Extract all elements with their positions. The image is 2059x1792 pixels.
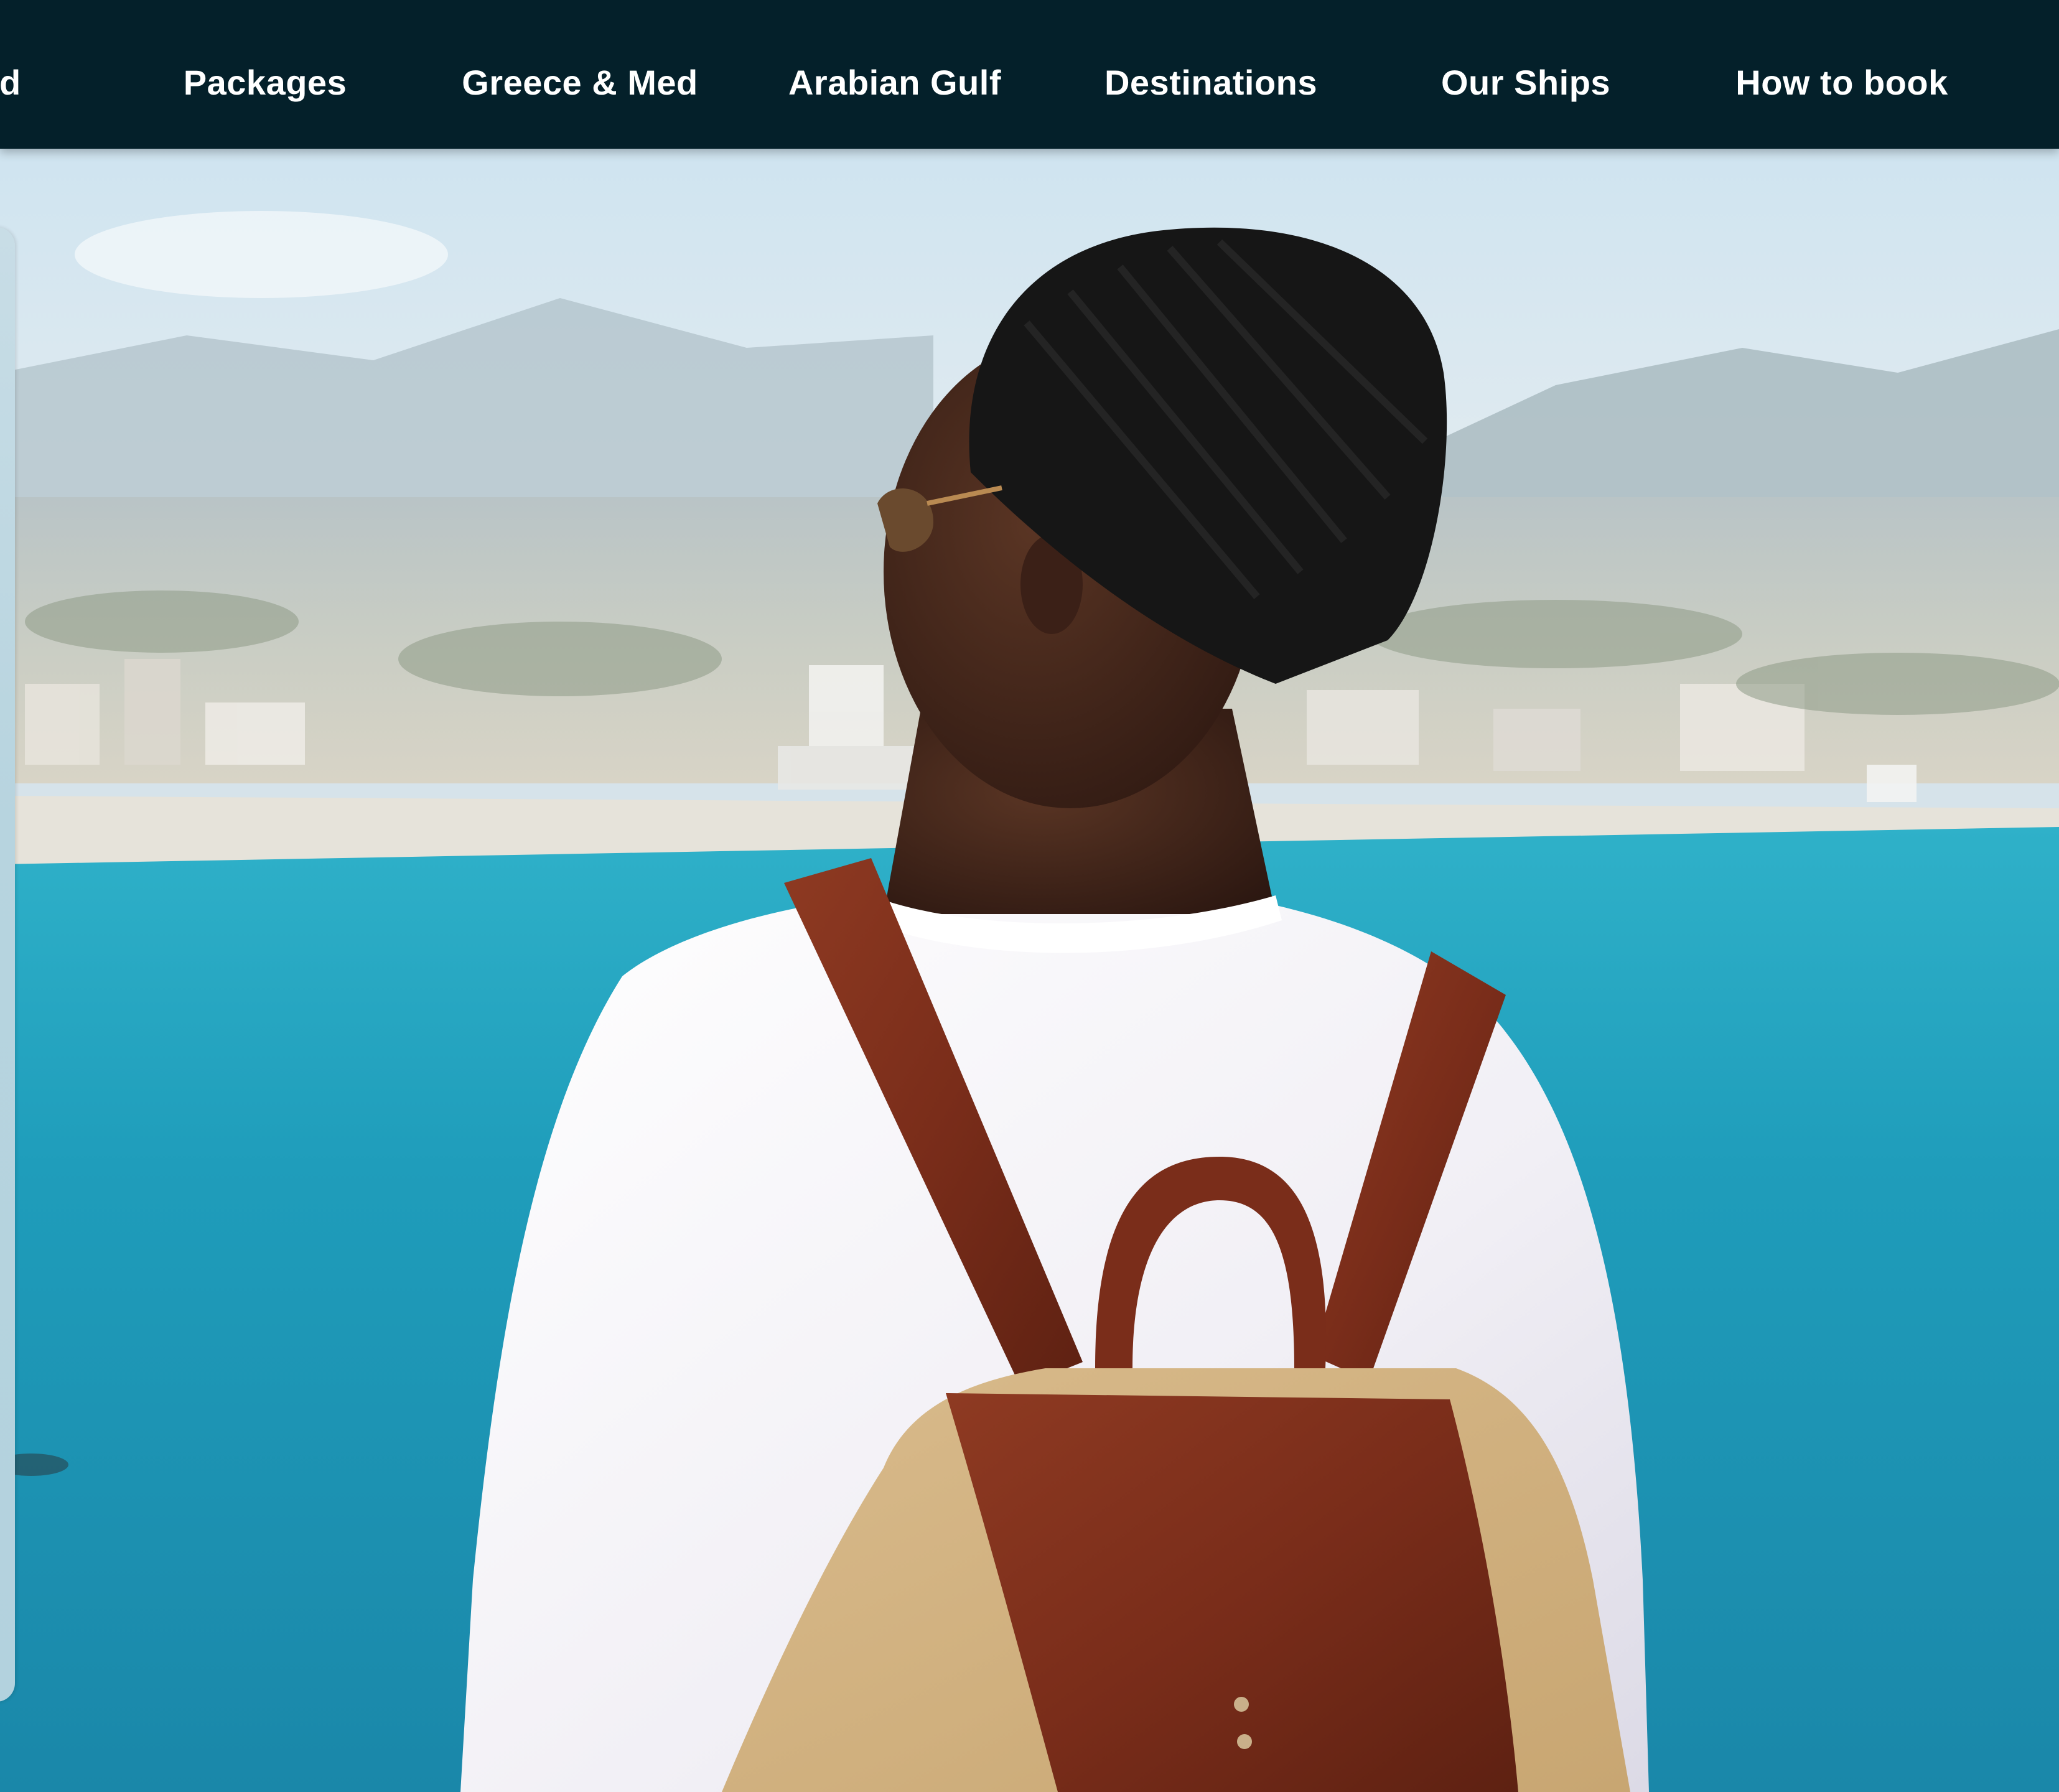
nav-item-our-ships[interactable]: Our Ships	[1441, 0, 1610, 149]
hero-illustration	[0, 149, 2059, 1792]
hero-image	[0, 149, 2059, 1792]
side-panel-card	[0, 227, 15, 1702]
nav-item-destinations[interactable]: Destinations	[1104, 0, 1317, 149]
nav-item-greece-med[interactable]: Greece & Med	[462, 0, 698, 149]
nav-item-how-to-book[interactable]: How to book	[1735, 0, 1948, 149]
nav-item-partial[interactable]: rd	[0, 0, 21, 149]
nav-item-arabian-gulf[interactable]: Arabian Gulf	[788, 0, 1001, 149]
main-navigation: rd Packages Greece & Med Arabian Gulf De…	[0, 0, 2059, 149]
nav-item-packages[interactable]: Packages	[184, 0, 347, 149]
